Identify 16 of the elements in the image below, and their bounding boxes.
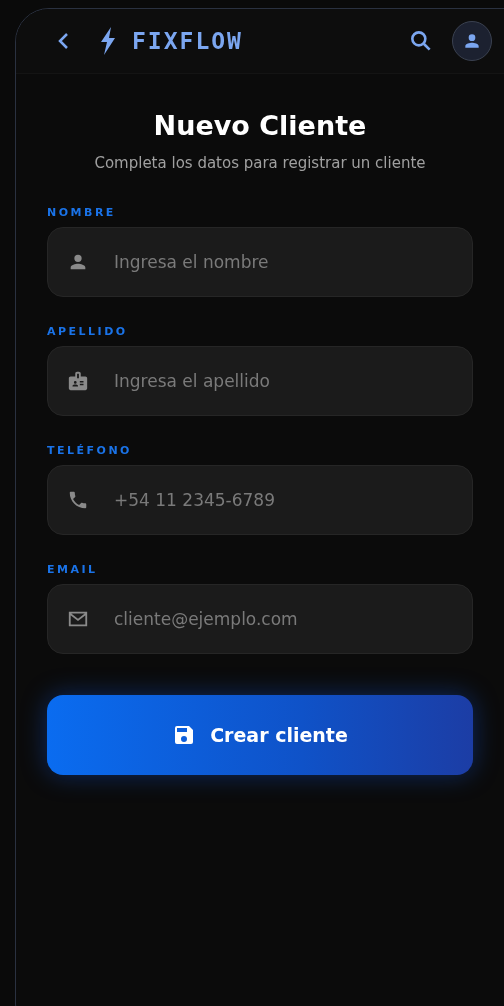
badge-icon (67, 370, 89, 392)
field-label: NOMBRE (47, 206, 117, 219)
create-client-button[interactable]: Crear cliente (47, 695, 473, 775)
lightning-icon (98, 27, 118, 55)
phone-icon (67, 489, 89, 511)
field-label: EMAIL (47, 563, 99, 576)
profile-avatar[interactable] (452, 21, 492, 61)
input-field[interactable]: Ingresa el nombre (47, 227, 473, 297)
page-title: Nuevo Cliente (152, 110, 368, 141)
input-field[interactable]: +54 11 2345-6789 (47, 465, 473, 535)
field-label: APELLIDO (47, 325, 129, 338)
input-field[interactable]: cliente@ejemplo.com (47, 584, 473, 654)
brand-logo: FIXFLOW (132, 28, 243, 54)
input-field[interactable]: Ingresa el apellido (47, 346, 473, 416)
field-label: TELÉFONO (47, 444, 133, 457)
page-subtitle: Completa los datos para registrar un cliente (93, 154, 427, 172)
